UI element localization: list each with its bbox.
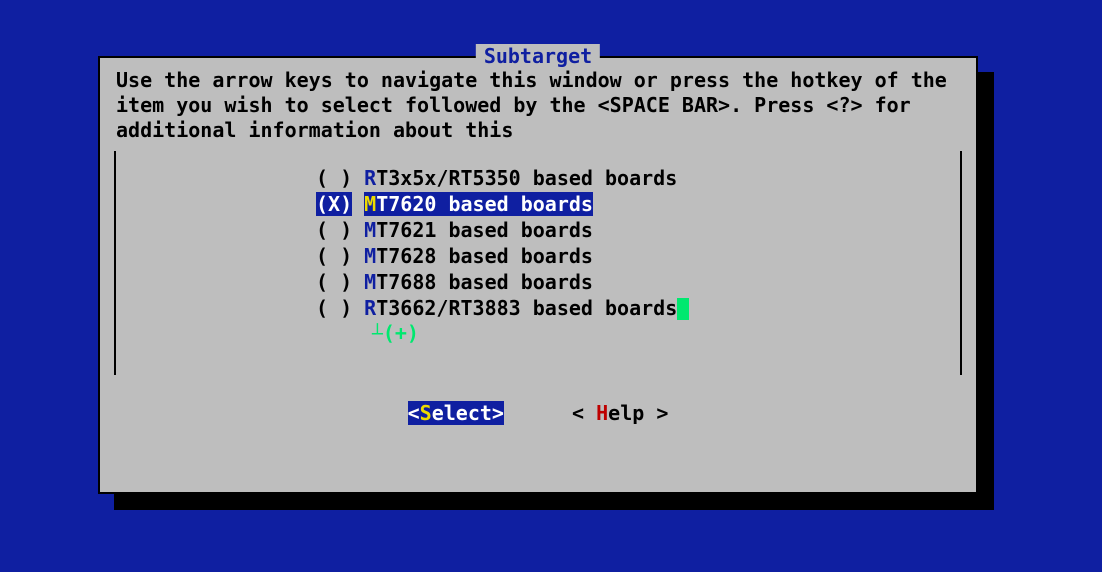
button-bar: <Select> < Help > <box>100 383 976 425</box>
option-radio: (X) <box>316 192 352 216</box>
options-list: ( ) RT3x5x/RT5350 based boards(X) MT7620… <box>114 151 962 375</box>
option-radio: ( ) <box>316 218 352 242</box>
option-0[interactable]: ( ) RT3x5x/RT5350 based boards <box>116 165 960 191</box>
option-label: MT7621 based boards <box>364 218 593 242</box>
option-radio: ( ) <box>316 270 352 294</box>
option-2[interactable]: ( ) MT7621 based boards <box>116 217 960 243</box>
option-hotkey: M <box>364 270 376 294</box>
dialog-instructions: Use the arrow keys to navigate this wind… <box>100 58 976 151</box>
option-1[interactable]: (X) MT7620 based boards <box>116 191 960 217</box>
option-hotkey: M <box>364 218 376 242</box>
option-hotkey: M <box>364 244 376 268</box>
cursor-icon <box>677 298 689 320</box>
option-hotkey: R <box>364 296 376 320</box>
option-label: RT3x5x/RT5350 based boards <box>364 166 677 190</box>
option-radio: ( ) <box>316 166 352 190</box>
option-radio: ( ) <box>316 296 352 320</box>
select-button[interactable]: <Select> <box>408 401 504 425</box>
option-radio: ( ) <box>316 244 352 268</box>
option-label: RT3662/RT3883 based boards <box>364 296 677 320</box>
dialog-title: Subtarget <box>476 44 600 68</box>
subtarget-dialog: Subtarget Use the arrow keys to navigate… <box>98 56 978 494</box>
more-indicator: ┴(+) <box>116 321 960 345</box>
option-hotkey: R <box>364 166 376 190</box>
option-4[interactable]: ( ) MT7688 based boards <box>116 269 960 295</box>
option-5[interactable]: ( ) RT3662/RT3883 based boards <box>116 295 960 321</box>
help-button[interactable]: < Help > <box>572 401 668 425</box>
option-label: MT7628 based boards <box>364 244 593 268</box>
option-hotkey: M <box>364 192 376 216</box>
option-label: MT7620 based boards <box>364 192 593 216</box>
option-3[interactable]: ( ) MT7628 based boards <box>116 243 960 269</box>
option-label: MT7688 based boards <box>364 270 593 294</box>
